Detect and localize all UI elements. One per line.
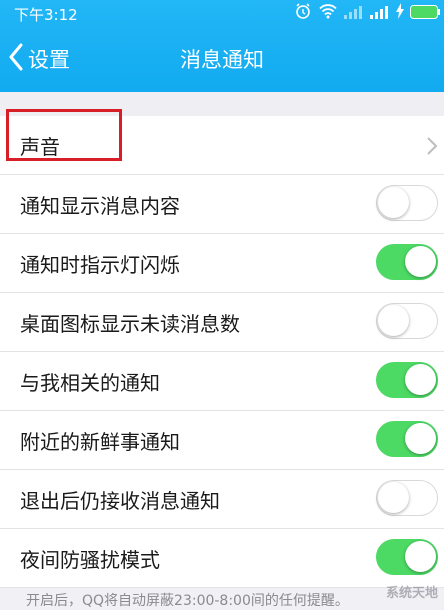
toggle-switch[interactable]	[376, 185, 438, 221]
page-title: 消息通知	[180, 48, 264, 72]
chevron-right-icon	[426, 136, 438, 160]
setting-label: 通知时指示灯闪烁	[20, 253, 180, 277]
toggle-knob	[378, 482, 409, 513]
nav-bar: 设置 消息通知	[0, 36, 444, 82]
toggle-knob	[405, 423, 436, 454]
setting-row-indicator-light: 通知时指示灯闪烁	[0, 234, 444, 293]
toggle-switch[interactable]	[376, 539, 438, 575]
toggle-switch[interactable]	[376, 244, 438, 280]
alarm-icon	[294, 2, 312, 24]
toggle-knob	[378, 305, 409, 336]
toggle-knob	[378, 187, 409, 218]
setting-row-night-mode: 夜间防骚扰模式	[0, 529, 444, 588]
toggle-knob	[405, 364, 436, 395]
charging-icon	[396, 3, 404, 23]
setting-row-sound[interactable]: 声音	[0, 116, 444, 175]
status-bar: 下午3:12	[0, 0, 444, 26]
toggle-switch[interactable]	[376, 303, 438, 339]
setting-label: 声音	[20, 135, 60, 159]
setting-row-show-message-content: 通知显示消息内容	[0, 175, 444, 234]
setting-row-nearby-news: 附近的新鲜事通知	[0, 411, 444, 470]
setting-row-related-notifications: 与我相关的通知	[0, 352, 444, 411]
toggle-knob	[405, 246, 436, 277]
app-screen: 下午3:12 设置 消息通知 声音 通知显示消息内容 通知时指示灯闪烁 桌面图标…	[0, 0, 444, 609]
toggle-switch[interactable]	[376, 480, 438, 516]
header: 下午3:12 设置 消息通知	[0, 0, 444, 92]
setting-label: 与我相关的通知	[20, 371, 160, 395]
battery-icon	[410, 4, 440, 23]
setting-row-badge-count: 桌面图标显示未读消息数	[0, 293, 444, 352]
signal-icon	[370, 4, 390, 23]
watermark: 系统天地	[385, 586, 438, 601]
setting-row-receive-after-logout: 退出后仍接收消息通知	[0, 470, 444, 529]
setting-label: 退出后仍接收消息通知	[20, 489, 220, 513]
toggle-knob	[405, 541, 436, 572]
toggle-switch[interactable]	[376, 421, 438, 457]
setting-label: 桌面图标显示未读消息数	[20, 312, 240, 336]
setting-label: 夜间防骚扰模式	[20, 548, 160, 572]
setting-label: 附近的新鲜事通知	[20, 430, 180, 454]
status-icons	[294, 3, 440, 23]
section-spacer	[0, 92, 444, 116]
settings-list: 声音 通知显示消息内容 通知时指示灯闪烁 桌面图标显示未读消息数 与我相关的通知…	[0, 116, 444, 588]
signal-icon	[344, 4, 364, 23]
setting-label: 通知显示消息内容	[20, 194, 180, 218]
status-time: 下午3:12	[14, 6, 78, 24]
toggle-switch[interactable]	[376, 362, 438, 398]
wifi-icon	[318, 3, 338, 23]
footer-note: 开启后，QQ将自动屏蔽23:00-8:00间的任何提醒。	[26, 593, 349, 609]
